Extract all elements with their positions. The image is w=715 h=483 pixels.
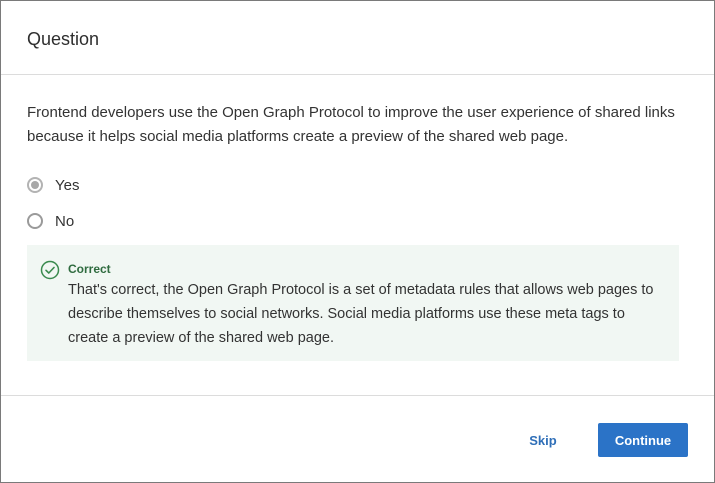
option-no[interactable]: No bbox=[27, 209, 688, 233]
feedback-text: That's correct, the Open Graph Protocol … bbox=[68, 282, 654, 346]
option-label: No bbox=[55, 212, 75, 230]
check-circle-icon bbox=[40, 260, 60, 280]
dialog-footer: Skip Continue bbox=[1, 395, 714, 483]
radio-no[interactable] bbox=[27, 213, 43, 229]
radio-yes[interactable] bbox=[27, 177, 43, 193]
dialog-title: Question bbox=[27, 29, 100, 49]
dialog-body: Frontend developers use the Open Graph P… bbox=[1, 75, 714, 361]
question-text: Frontend developers use the Open Graph P… bbox=[27, 104, 675, 145]
skip-button[interactable]: Skip bbox=[505, 424, 581, 456]
feedback-panel: Correct That's correct, the Open Graph P… bbox=[27, 245, 679, 361]
feedback-status: Correct bbox=[68, 262, 111, 276]
dialog-header: Question bbox=[1, 1, 714, 75]
feedback-content: Correct That's correct, the Open Graph P… bbox=[68, 260, 665, 350]
answer-options: Yes No bbox=[27, 173, 688, 233]
option-yes[interactable]: Yes bbox=[27, 173, 688, 197]
option-label: Yes bbox=[55, 176, 80, 194]
question-dialog: Question Frontend developers use the Ope… bbox=[0, 0, 715, 483]
continue-button[interactable]: Continue bbox=[598, 423, 688, 457]
